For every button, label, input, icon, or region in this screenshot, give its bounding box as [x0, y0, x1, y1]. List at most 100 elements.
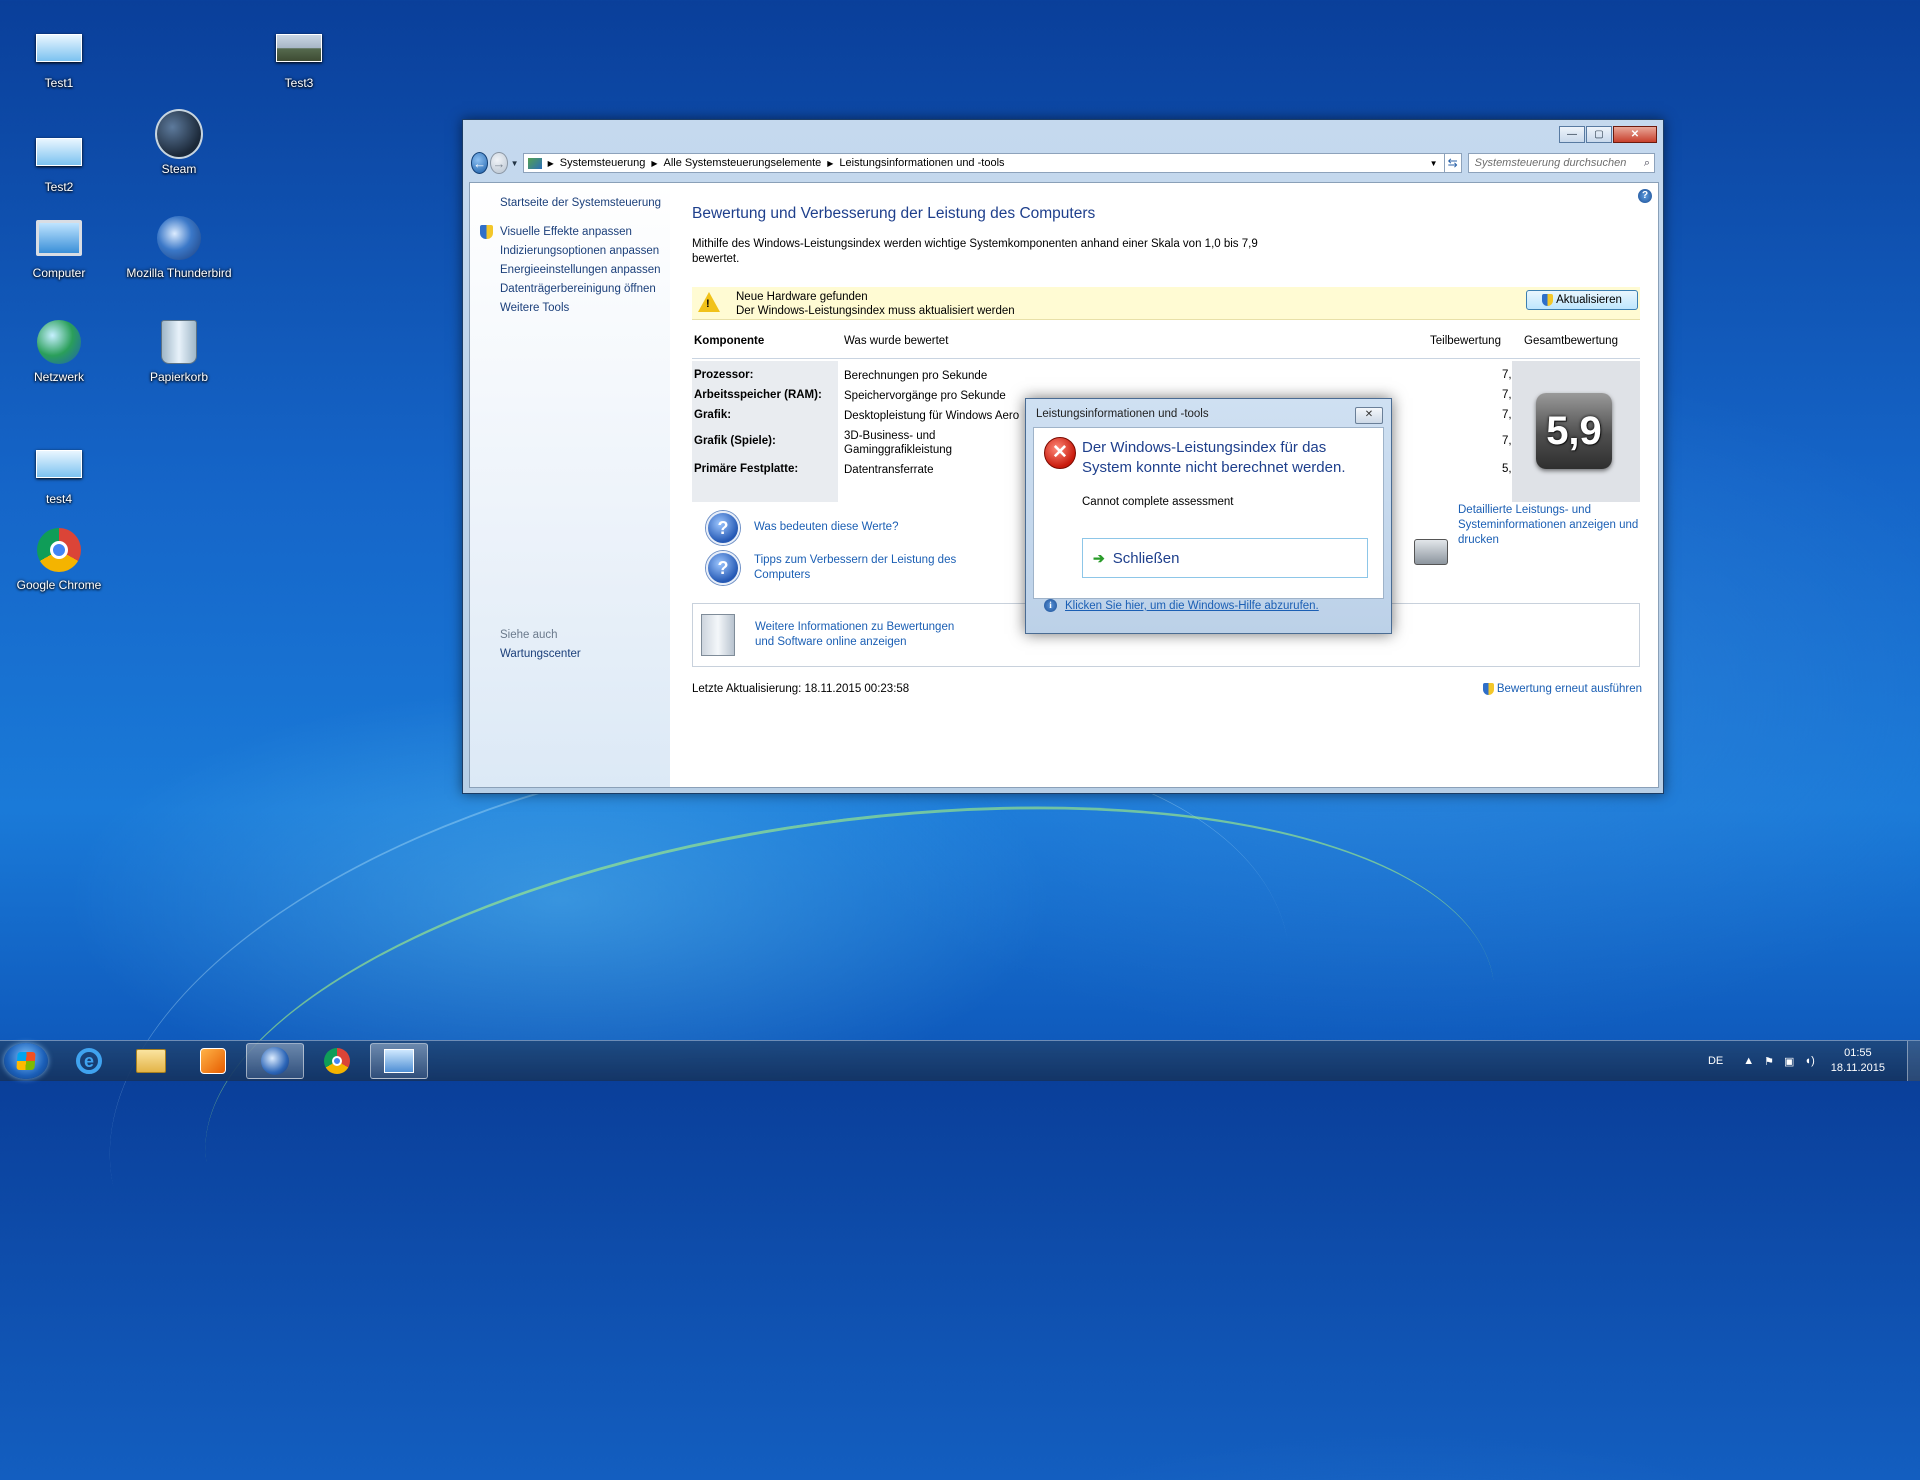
- show-desktop-button[interactable]: [1907, 1041, 1920, 1081]
- caption-buttons: — ▢ ✕: [1558, 126, 1657, 143]
- uac-shield-icon: [1542, 294, 1554, 306]
- desktop-icon-label: Papierkorb: [149, 370, 209, 384]
- desktop-icon-label: Test2: [44, 180, 74, 194]
- rated-description: Speichervorgänge pro Sekunde: [844, 390, 1006, 402]
- header-basescore: Gesamtbewertung: [1524, 335, 1618, 347]
- chevron-right-icon[interactable]: ▶: [651, 159, 657, 168]
- taskbar-ie[interactable]: e: [60, 1043, 118, 1079]
- last-update-text: Letzte Aktualisierung: 18.11.2015 00:23:…: [692, 683, 910, 695]
- taskbar-media-player[interactable]: [184, 1043, 242, 1079]
- link-tips[interactable]: Tipps zum Verbessern der Leistung des Co…: [754, 553, 964, 583]
- breadcrumb-all-items[interactable]: Alle Systemsteuerungselemente: [664, 157, 822, 169]
- breadcrumb-performance[interactable]: Leistungsinformationen und -tools: [839, 157, 1004, 169]
- network-tray-icon[interactable]: ▣: [1784, 1055, 1794, 1068]
- close-button[interactable]: ✕: [1613, 126, 1657, 143]
- update-button[interactable]: Aktualisieren: [1526, 290, 1638, 310]
- maximize-button[interactable]: ▢: [1586, 126, 1612, 143]
- sidebar-link-more-tools[interactable]: Weitere Tools: [500, 302, 569, 314]
- sidebar-link-disk-cleanup[interactable]: Datenträgerbereinigung öffnen: [500, 283, 656, 295]
- control-panel-icon: [384, 1049, 414, 1073]
- sidebar: Startseite der Systemsteuerung Visuelle …: [470, 183, 670, 787]
- desktop-icon-label: Google Chrome: [16, 578, 102, 592]
- notice-text: Der Windows-Leistungsindex muss aktualis…: [736, 305, 1015, 317]
- close-command-link[interactable]: ➔ Schließen: [1082, 538, 1368, 578]
- component-name: Grafik (Spiele):: [694, 435, 776, 447]
- clock-time: 01:55: [1844, 1047, 1872, 1059]
- language-indicator[interactable]: DE: [1708, 1055, 1723, 1067]
- notice-title: Neue Hardware gefunden: [736, 291, 868, 303]
- desktop-icon-label: Mozilla Thunderbird: [126, 266, 232, 280]
- chevron-right-icon[interactable]: ▶: [827, 159, 833, 168]
- system-tray: DE ▲ ⚑ ▣ ◖) 01:55 18.11.2015: [1708, 1041, 1920, 1081]
- taskbar-control-panel[interactable]: [370, 1043, 428, 1079]
- help-question-icon: ?: [706, 551, 740, 585]
- taskbar-chrome[interactable]: [308, 1043, 366, 1079]
- link-what-values[interactable]: Was bedeuten diese Werte?: [754, 520, 898, 535]
- show-hidden-icons-icon[interactable]: ▲: [1743, 1055, 1754, 1067]
- volume-icon[interactable]: ◖): [1804, 1055, 1814, 1067]
- desktop-icon-test3[interactable]: Test3: [244, 24, 354, 90]
- sidebar-link-visual-effects[interactable]: Visuelle Effekte anpassen: [500, 226, 632, 238]
- back-button[interactable]: ←: [471, 152, 489, 174]
- forward-button[interactable]: →: [490, 152, 508, 174]
- rerun-label: Bewertung erneut ausführen: [1496, 683, 1642, 695]
- desktop-icon-recycle-bin[interactable]: Papierkorb: [124, 318, 234, 384]
- thunderbird-icon: [155, 214, 203, 262]
- media-player-icon: [200, 1048, 226, 1074]
- help-question-icon: ?: [706, 511, 740, 545]
- desktop-icon-label: test4: [45, 492, 72, 506]
- windows-logo-icon: [16, 1052, 36, 1070]
- control-panel-icon: [527, 157, 542, 169]
- header-rated: Was wurde bewertet: [844, 335, 949, 347]
- desktop-icon-label: Test3: [284, 76, 314, 90]
- base-score-badge: 5,9: [1536, 393, 1612, 469]
- taskbar-explorer[interactable]: [122, 1043, 180, 1079]
- search-input[interactable]: Systemsteuerung durchsuchen ⌕: [1467, 153, 1655, 173]
- recent-pages-dropdown[interactable]: ▼: [511, 159, 519, 168]
- desktop-icon-steam[interactable]: Steam: [124, 109, 234, 176]
- search-icon[interactable]: ⌕: [1644, 157, 1650, 170]
- sidebar-link-action-center[interactable]: Wartungscenter: [500, 648, 581, 660]
- screen-file-icon: [35, 128, 83, 176]
- clock[interactable]: 01:55 18.11.2015: [1831, 1046, 1885, 1076]
- windows-help-link[interactable]: Klicken Sie hier, um die Windows-Hilfe a…: [1065, 600, 1319, 612]
- link-more-info[interactable]: Weitere Informationen zu Bewertungen und…: [755, 620, 965, 650]
- uac-shield-icon: [480, 225, 494, 240]
- screen-file-icon: [35, 440, 83, 488]
- breadcrumb-systemsteuerung[interactable]: Systemsteuerung: [560, 157, 646, 169]
- desktop-icon-computer[interactable]: Computer: [4, 214, 114, 280]
- recycle-bin-icon: [155, 318, 203, 366]
- thunderbird-icon: [261, 1047, 289, 1075]
- taskbar-thunderbird[interactable]: [246, 1043, 304, 1079]
- rated-description: Desktopleistung für Windows Aero: [844, 410, 1020, 422]
- desktop-icon-network[interactable]: Netzwerk: [4, 318, 114, 384]
- rated-description: Berechnungen pro Sekunde: [844, 370, 988, 382]
- desktop-icon-thunderbird[interactable]: Mozilla Thunderbird: [124, 214, 234, 280]
- start-button[interactable]: [4, 1043, 48, 1079]
- desktop-icon-test2[interactable]: Test2: [4, 128, 114, 194]
- desktop-icon-label: Netzwerk: [33, 370, 84, 384]
- address-dropdown-icon[interactable]: ▼: [1430, 159, 1444, 168]
- rerun-assessment-link[interactable]: Bewertung erneut ausführen: [1482, 683, 1642, 695]
- component-name: Prozessor:: [694, 369, 754, 381]
- desktop-icon-test4[interactable]: test4: [4, 440, 114, 506]
- table-divider: [692, 358, 1640, 359]
- error-icon: ✕: [1044, 437, 1076, 469]
- taskbar: e DE ▲ ⚑ ▣ ◖) 01:55 18.11.2015: [0, 1040, 1920, 1081]
- sidebar-link-home[interactable]: Startseite der Systemsteuerung: [500, 197, 661, 209]
- header-subscore: Teilbewertung: [1430, 335, 1501, 347]
- network-icon: [35, 318, 83, 366]
- sidebar-link-power[interactable]: Energieeinstellungen anpassen: [500, 264, 660, 276]
- minimize-button[interactable]: —: [1559, 126, 1585, 143]
- navigation-bar: ← → ▼ ▶ Systemsteuerung ▶ Alle Systemste…: [471, 152, 1655, 174]
- desktop-icon-chrome[interactable]: Google Chrome: [4, 526, 114, 592]
- chevron-right-icon[interactable]: ▶: [548, 159, 554, 168]
- refresh-icon[interactable]: ⇆: [1444, 153, 1462, 173]
- sidebar-link-indexing[interactable]: Indizierungsoptionen anpassen: [500, 245, 659, 257]
- action-center-flag-icon[interactable]: ⚑: [1764, 1055, 1774, 1068]
- link-details[interactable]: Detaillierte Leistungs- und Systeminform…: [1458, 503, 1648, 548]
- dialog-close-button[interactable]: ✕: [1355, 407, 1383, 424]
- see-also-heading: Siehe auch: [500, 629, 558, 641]
- address-bar[interactable]: ▶ Systemsteuerung ▶ Alle Systemsteuerung…: [522, 153, 1445, 173]
- desktop-icon-test1[interactable]: Test1: [4, 24, 114, 90]
